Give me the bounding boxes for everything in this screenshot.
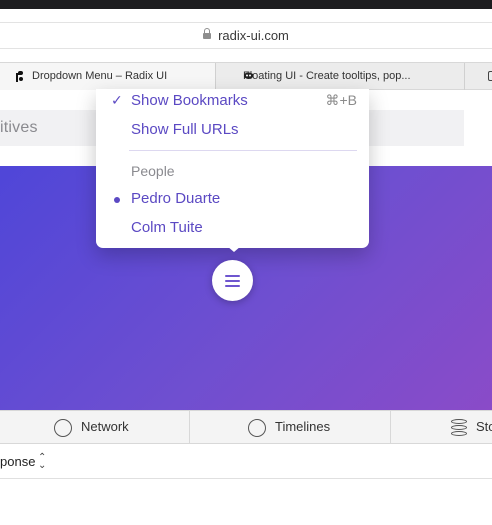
devtools-tab-label: Timelines (275, 419, 331, 434)
tab-title: Floating UI - Create tooltips, pop... (243, 70, 411, 82)
address-bar[interactable]: radix-ui.com (0, 22, 492, 49)
menu-item-label: Show Bookmarks (131, 92, 248, 109)
network-icon (54, 419, 72, 437)
devtools-tab-label: Network (81, 419, 129, 434)
devtools-tab-bar: Network Timelines Sto (0, 410, 492, 444)
response-label: ponse (0, 454, 36, 469)
menu-radio-colm-tuite[interactable]: Colm Tuite (96, 216, 369, 242)
menu-item-show-bookmarks[interactable]: ✓ Show Bookmarks ⌘+B (96, 89, 369, 115)
browser-tab-radix[interactable]: Dropdown Menu – Radix UI (0, 63, 216, 90)
menu-item-label: Colm Tuite (131, 219, 203, 236)
devtools-tab-network[interactable]: Network (0, 411, 190, 444)
storage-icon (451, 419, 467, 436)
devtools-tab-storage[interactable]: Sto (391, 411, 492, 444)
tab-title: Dropdown Menu – Radix UI (32, 70, 168, 82)
dropdown-menu: ✓ Show Bookmarks ⌘+B Show Full URLs Peop… (96, 89, 369, 248)
menu-radio-pedro-duarte[interactable]: Pedro Duarte (96, 187, 369, 213)
response-row[interactable]: ponse ⌃ ⌄ (0, 445, 492, 479)
timelines-icon (248, 419, 266, 437)
menu-item-label: Pedro Duarte (131, 190, 221, 207)
checkmark-icon: ✓ (111, 92, 123, 108)
menu-item-shortcut: ⌘+B (325, 92, 357, 108)
floating-ui-icon (244, 72, 253, 79)
menu-trigger-button[interactable] (212, 260, 253, 301)
window-top-bar (0, 0, 492, 9)
menu-separator (129, 150, 357, 151)
tab-page-icon (488, 71, 492, 81)
devtools-tab-label: Sto (476, 419, 492, 434)
address-text: radix-ui.com (218, 28, 289, 43)
devtools-tab-timelines[interactable]: Timelines (190, 411, 391, 444)
sort-updown-icon[interactable]: ⌃ ⌄ (38, 453, 46, 471)
menu-item-label: Show Full URLs (131, 121, 239, 138)
lock-icon (203, 28, 212, 39)
radix-logo-icon (16, 71, 23, 82)
menu-item-show-full-urls[interactable]: Show Full URLs (96, 118, 369, 144)
browser-tab-bar: Dropdown Menu – Radix UI Floating UI - C… (0, 62, 492, 90)
menu-group-label: People (131, 163, 175, 179)
radio-selected-dot-icon (114, 197, 120, 203)
primitives-label: itives (0, 119, 38, 136)
menu-arrow (227, 246, 241, 252)
address-field[interactable]: radix-ui.com (0, 28, 492, 43)
